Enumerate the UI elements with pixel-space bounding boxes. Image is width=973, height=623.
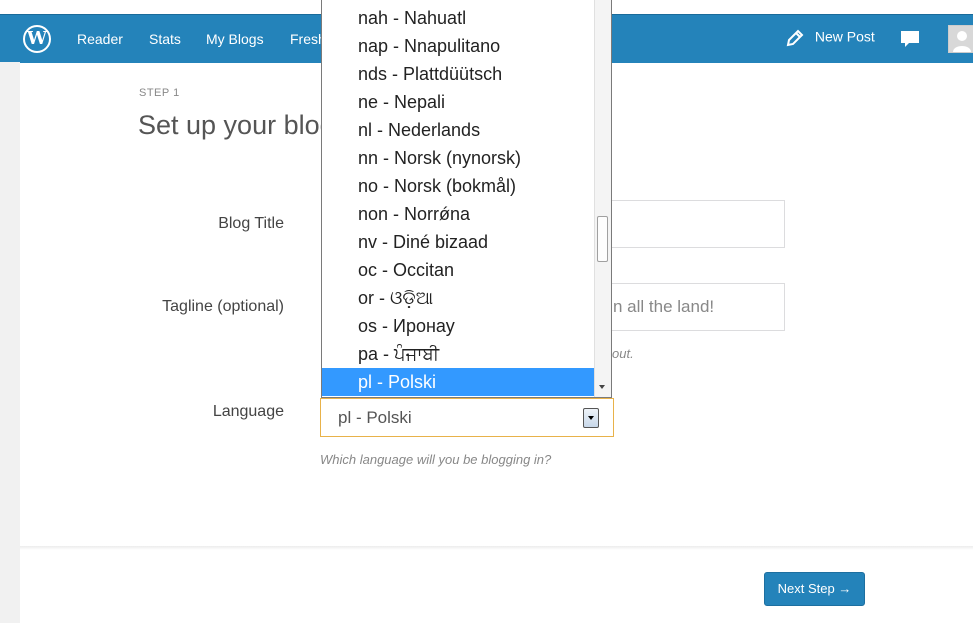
scroll-down-arrow-icon[interactable]: [599, 385, 605, 389]
language-option-nn[interactable]: nn - Norsk (nynorsk): [322, 144, 596, 172]
nav-my-blogs[interactable]: My Blogs: [206, 31, 264, 47]
notifications-icon[interactable]: [900, 29, 920, 49]
language-option-nds[interactable]: nds - Plattdüütsch: [322, 60, 596, 88]
dropdown-options: nah - Nahuatl nap - Nnapulitano nds - Pl…: [322, 4, 596, 396]
language-select[interactable]: pl - Polski: [320, 398, 614, 437]
language-option-os[interactable]: os - Иронау: [322, 312, 596, 340]
language-option-nv[interactable]: nv - Diné bizaad: [322, 228, 596, 256]
new-post-button[interactable]: New Post: [785, 28, 875, 48]
language-option-pl[interactable]: pl - Polski: [322, 368, 596, 396]
avatar[interactable]: [948, 25, 973, 53]
language-option-ne[interactable]: ne - Nepali: [322, 88, 596, 116]
pencil-icon: [785, 28, 805, 48]
language-option-non[interactable]: non - Norrǿna: [322, 200, 596, 228]
blog-title-input[interactable]: [590, 200, 785, 248]
language-hint: Which language will you be blogging in?: [320, 452, 552, 467]
tagline-hint: out.: [612, 346, 634, 361]
language-option-nap[interactable]: nap - Nnapulitano: [322, 32, 596, 60]
page-title: Set up your blog: [138, 110, 335, 140]
new-post-label: New Post: [814, 28, 875, 45]
tagline-label: Tagline (optional): [162, 298, 284, 315]
scrollbar-thumb[interactable]: [597, 216, 608, 262]
step-indicator: STEP 1: [139, 87, 180, 99]
chevron-down-icon[interactable]: [583, 408, 599, 428]
language-option-nah[interactable]: nah - Nahuatl: [322, 4, 596, 32]
wordpress-logo-icon[interactable]: W: [23, 25, 51, 53]
next-step-button[interactable]: Next Step →: [764, 572, 865, 606]
language-option-nl[interactable]: nl - Nederlands: [322, 116, 596, 144]
language-dropdown-list[interactable]: nah - Nahuatl nap - Nnapulitano nds - Pl…: [321, 0, 612, 398]
tagline-input[interactable]: n all the land!: [590, 283, 785, 331]
nav-stats[interactable]: Stats: [149, 31, 181, 47]
language-option-oc[interactable]: oc - Occitan: [322, 256, 596, 284]
left-sidebar-strip: [0, 62, 20, 623]
dropdown-scrollbar[interactable]: [594, 0, 611, 397]
language-select-value: pl - Polski: [338, 408, 412, 427]
language-option-no[interactable]: no - Norsk (bokmål): [322, 172, 596, 200]
language-option-or[interactable]: or - ଓଡ଼ିଆ: [322, 284, 596, 312]
nav-reader[interactable]: Reader: [77, 31, 123, 47]
footer-divider: [20, 546, 973, 550]
language-option-pa[interactable]: pa - ਪੰਜਾਬੀ: [322, 340, 596, 368]
language-label: Language: [212, 403, 284, 420]
blog-title-label: Blog Title: [218, 215, 284, 232]
